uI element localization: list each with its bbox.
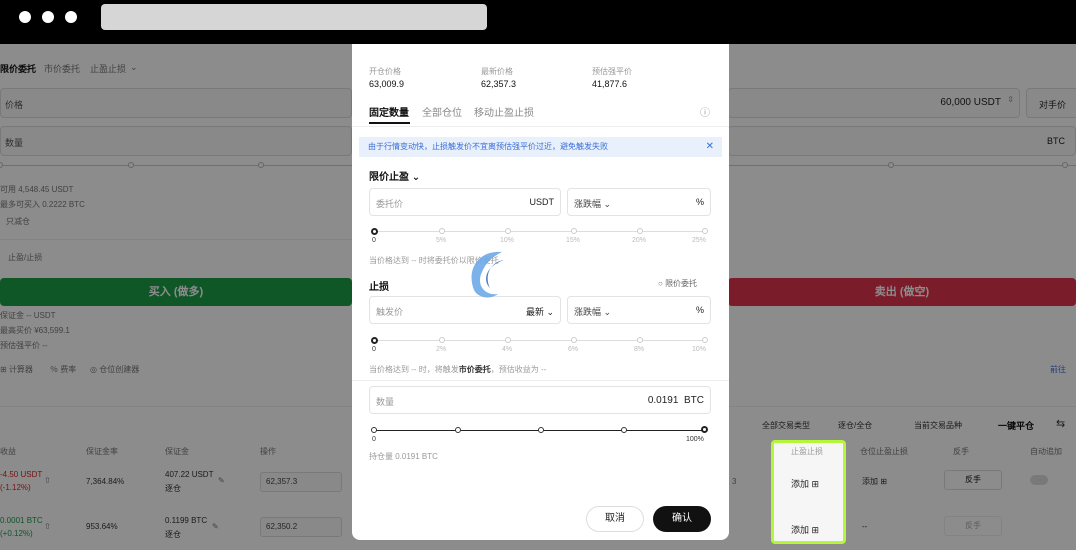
- sl-tick-label: 6%: [568, 346, 579, 353]
- sl-pct-select[interactable]: 涨跌幅 ⌄: [574, 305, 611, 318]
- window-maximize-dot[interactable]: [65, 11, 77, 23]
- window-close-dot[interactable]: [19, 11, 31, 23]
- liq-price-label: 预估强平价: [592, 67, 632, 76]
- tab-all-positions[interactable]: 全部仓位: [422, 104, 462, 119]
- modal-qty-input[interactable]: 数量 0.0191 BTC: [369, 386, 711, 414]
- holding-qty: 持仓量 0.0191 BTC: [369, 452, 438, 461]
- sl-title: 止损: [369, 282, 389, 293]
- cancel-button[interactable]: 取消: [586, 506, 644, 532]
- notice-banner: 由于行情变动快，止损触发价不宜离预估强平价过近，避免触发失败 ✕: [359, 137, 722, 157]
- sl-tick-label: 2%: [436, 346, 447, 353]
- slider-tick: [571, 228, 577, 234]
- address-bar[interactable]: [101, 4, 487, 30]
- tpsl-column-highlight: 止盈止损 添加 ⊞ 添加 ⊞: [771, 440, 846, 544]
- chevron-down-icon: ⌄: [411, 172, 421, 183]
- slider-tick: [439, 228, 445, 234]
- sl-hint: 当价格达到 -- 时，将触发市价委托，预估收益为 --: [369, 365, 547, 374]
- slider-tick: [702, 228, 708, 234]
- tp-tick-label: 15%: [566, 237, 581, 244]
- liq-price: 41,877.6: [592, 79, 628, 89]
- tab-trailing-tpsl[interactable]: 移动止盈止损: [474, 104, 534, 119]
- active-tab-indicator: [369, 122, 410, 124]
- tp-pct-select[interactable]: 涨跌幅 ⌄: [574, 197, 611, 210]
- tp-slider-knob[interactable]: [371, 228, 378, 235]
- slider-tick: [571, 337, 577, 343]
- window-minimize-dot[interactable]: [42, 11, 54, 23]
- slider-tick: [439, 337, 445, 343]
- watermark-text: 币圈子: [514, 263, 596, 293]
- confirm-button[interactable]: 确认: [653, 506, 711, 532]
- tp-tick-label: 20%: [632, 237, 647, 244]
- plus-square-icon: ⊞: [811, 479, 820, 489]
- close-icon[interactable]: ✕: [706, 137, 714, 157]
- sl-tick-label: 8%: [634, 346, 645, 353]
- latest-price: 62,357.3: [481, 79, 517, 89]
- slider-tick: [538, 427, 544, 433]
- open-price: 63,009.9: [369, 79, 405, 89]
- tp-tick-label: 5%: [436, 237, 447, 244]
- divider: [352, 126, 729, 127]
- sl-slider-knob[interactable]: [371, 337, 378, 344]
- open-price-label: 开仓价格: [369, 67, 401, 76]
- tp-pct-input[interactable]: 涨跌幅 ⌄ %: [567, 188, 711, 216]
- row2-tpsl-add-button[interactable]: 添加 ⊞: [791, 523, 819, 536]
- sl-slider[interactable]: [375, 340, 705, 341]
- slider-tick: [455, 427, 461, 433]
- qty-tick-start: 0: [372, 436, 376, 443]
- slider-tick: [371, 427, 377, 433]
- watermark-logo: 币圈子: [464, 246, 614, 302]
- sl-trigger-type-select[interactable]: 最新 ⌄: [526, 305, 554, 318]
- tp-tick-label: 25%: [692, 237, 707, 244]
- latest-price-label: 最新价格: [481, 67, 513, 76]
- tp-slider[interactable]: [375, 231, 705, 232]
- tp-title[interactable]: 限价止盈 ⌄: [369, 168, 420, 183]
- slider-tick: [621, 427, 627, 433]
- qty-tick-end: 100%: [686, 436, 704, 443]
- row1-tpsl-add-button[interactable]: 添加 ⊞: [791, 477, 819, 490]
- slider-tick: [637, 228, 643, 234]
- slider-tick: [505, 228, 511, 234]
- header-tpsl: 止盈止损: [791, 447, 823, 456]
- tp-tick-label: 0: [372, 237, 376, 244]
- browser-chrome: [0, 0, 1076, 44]
- info-icon[interactable]: ⓘ: [700, 104, 710, 119]
- tp-tick-label: 10%: [500, 237, 515, 244]
- watermark-swirl-icon: [471, 251, 504, 298]
- modal-qty-value: 0.0191 BTC: [647, 395, 704, 406]
- sl-limit-checkbox[interactable]: ○ 限价委托: [658, 278, 697, 289]
- qty-slider-knob[interactable]: [701, 426, 708, 433]
- divider: [352, 380, 729, 381]
- sl-tick-label: 10%: [692, 346, 707, 353]
- slider-tick: [505, 337, 511, 343]
- plus-square-icon: ⊞: [811, 525, 820, 535]
- slider-tick: [702, 337, 708, 343]
- sl-tick-label: 0: [372, 346, 376, 353]
- slider-tick: [637, 337, 643, 343]
- tp-price-input[interactable]: 委托价 USDT: [369, 188, 561, 216]
- sl-tick-label: 4%: [502, 346, 513, 353]
- tab-fixed-qty[interactable]: 固定数量: [369, 104, 409, 119]
